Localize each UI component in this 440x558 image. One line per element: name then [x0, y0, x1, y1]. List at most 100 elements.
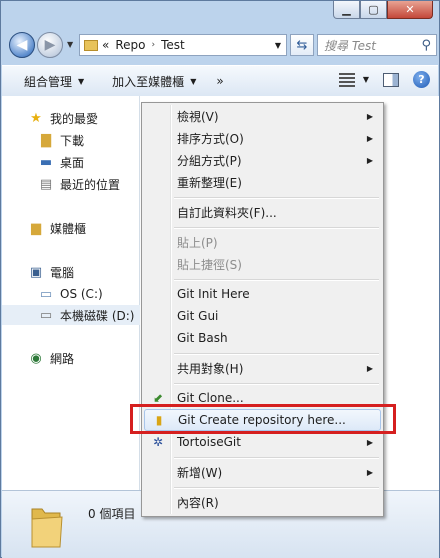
- menu-item-refresh[interactable]: 重新整理(E): [144, 171, 381, 193]
- nav-label: 電腦: [50, 265, 75, 280]
- chevron-down-icon: ▼: [78, 76, 85, 86]
- submenu-arrow-icon: ▶: [366, 467, 373, 477]
- view-controls: ▼ ?: [338, 71, 430, 88]
- minimize-button[interactable]: ▁: [333, 1, 360, 19]
- item-count: 0 個項目: [88, 507, 136, 521]
- more-commands-button[interactable]: »: [206, 74, 233, 88]
- menu-label: 共用對象(H): [177, 361, 244, 376]
- address-overflow[interactable]: «: [102, 38, 109, 52]
- nav-label: 網路: [50, 351, 75, 366]
- submenu-arrow-icon: ▶: [366, 111, 373, 121]
- breadcrumb-repo[interactable]: Repo: [115, 38, 145, 52]
- menu-label: 內容(R): [177, 495, 219, 510]
- maximize-button[interactable]: ▢: [360, 1, 387, 19]
- submenu-arrow-icon: ▶: [366, 437, 373, 447]
- nav-label: 我的最愛: [50, 111, 99, 126]
- address-dropdown-icon[interactable]: ▼: [275, 41, 281, 50]
- menu-label: 新增(W): [177, 465, 223, 480]
- menu-separator: [174, 487, 379, 489]
- menu-item-share-with[interactable]: 共用對象(H) ▶: [144, 357, 381, 379]
- command-bar: 組合管理 ▼ 加入至媒體櫃 ▼ » ▼ ?: [2, 65, 438, 97]
- organize-menu[interactable]: 組合管理 ▼: [14, 73, 94, 90]
- breadcrumb-separator[interactable]: ›: [151, 40, 155, 50]
- menu-item-new[interactable]: 新增(W) ▶: [144, 461, 381, 483]
- navigation-row: ◀ ▶ ▼ « Repo › Test ▼ ⇆ 搜尋 Test ⚲: [9, 31, 437, 61]
- menu-item-customize-folder[interactable]: 自訂此資料夾(F)...: [144, 201, 381, 223]
- change-view-button[interactable]: ▼: [338, 72, 369, 87]
- view-list-icon: [338, 72, 355, 87]
- include-library-label: 加入至媒體櫃: [112, 74, 185, 89]
- menu-label: Git Clone...: [177, 391, 244, 405]
- search-placeholder: 搜尋 Test: [324, 38, 377, 53]
- menu-item-git-bash[interactable]: Git Bash: [144, 327, 381, 349]
- folder-icon: [84, 39, 98, 51]
- hard-drive-icon: ▭: [39, 307, 53, 323]
- search-input[interactable]: 搜尋 Test ⚲: [317, 34, 437, 56]
- preview-pane-icon[interactable]: [383, 72, 399, 87]
- nav-label: OS (C:): [60, 287, 103, 301]
- forward-button[interactable]: ▶: [37, 32, 63, 58]
- menu-item-tortoisegit[interactable]: ✲ TortoiseGit ▶: [144, 431, 381, 453]
- libraries-icon: ▆: [31, 220, 41, 236]
- menu-item-sort-by[interactable]: 排序方式(O) ▶: [144, 127, 381, 149]
- more-label: »: [216, 74, 224, 88]
- menu-separator: [174, 197, 379, 199]
- menu-label: Git Init Here: [177, 287, 250, 301]
- menu-label: Git Bash: [177, 331, 228, 345]
- menu-label: 檢視(V): [177, 109, 219, 124]
- menu-item-properties[interactable]: 內容(R): [144, 491, 381, 513]
- network-icon: ◉: [30, 350, 42, 366]
- organize-label: 組合管理: [24, 74, 73, 89]
- tortoisegit-icon: ✲: [152, 435, 164, 449]
- menu-label: 自訂此資料夾(F)...: [177, 205, 277, 220]
- windows-drive-icon: ▭: [39, 286, 53, 302]
- close-button[interactable]: ✕: [387, 1, 433, 19]
- caption-buttons: ▁ ▢ ✕: [333, 1, 433, 19]
- menu-item-paste: 貼上(P): [144, 231, 381, 253]
- menu-separator: [174, 457, 379, 459]
- nav-label: 本機磁碟 (D:): [60, 308, 135, 323]
- computer-icon: ▣: [29, 264, 43, 280]
- desktop-icon: ▬: [39, 154, 53, 170]
- nav-label: 媒體櫃: [50, 221, 87, 236]
- menu-label: 貼上捷徑(S): [177, 257, 242, 272]
- explorer-window: ▁ ▢ ✕ ◀ ▶ ▼ « Repo › Test ▼ ⇆ 搜尋 Test ⚲ …: [0, 0, 440, 558]
- recent-pages-dropdown[interactable]: ▼: [67, 40, 73, 49]
- submenu-arrow-icon: ▶: [366, 155, 373, 165]
- menu-separator: [174, 353, 379, 355]
- menu-label: 分組方式(P): [177, 153, 242, 168]
- nav-label: 最近的位置: [60, 177, 121, 192]
- back-button[interactable]: ◀: [9, 32, 35, 58]
- menu-item-view[interactable]: 檢視(V) ▶: [144, 105, 381, 127]
- breadcrumb-test[interactable]: Test: [161, 38, 185, 52]
- submenu-arrow-icon: ▶: [366, 363, 373, 373]
- nav-label: 桌面: [60, 155, 85, 170]
- include-in-library-menu[interactable]: 加入至媒體櫃 ▼: [102, 73, 206, 90]
- folder-icon: [31, 508, 63, 548]
- menu-separator: [174, 383, 379, 385]
- recent-places-icon: ▤: [39, 176, 53, 192]
- menu-label: Git Gui: [177, 309, 219, 323]
- refresh-button[interactable]: ⇆: [290, 34, 314, 56]
- menu-item-git-init[interactable]: Git Init Here: [144, 283, 381, 305]
- menu-label: 重新整理(E): [177, 175, 242, 190]
- chevron-down-icon: ▼: [362, 75, 369, 84]
- star-icon: ★: [30, 110, 42, 126]
- menu-label: TortoiseGit: [177, 435, 241, 449]
- menu-label: 排序方式(O): [177, 131, 244, 146]
- menu-item-group-by[interactable]: 分組方式(P) ▶: [144, 149, 381, 171]
- nav-label: 下載: [60, 133, 85, 148]
- chevron-down-icon: ▼: [190, 76, 197, 86]
- context-menu: 檢視(V) ▶ 排序方式(O) ▶ 分組方式(P) ▶ 重新整理(E) 自訂此資料夾(…: [141, 102, 384, 517]
- menu-item-paste-shortcut: 貼上捷徑(S): [144, 253, 381, 275]
- menu-separator: [174, 279, 379, 281]
- menu-item-git-gui[interactable]: Git Gui: [144, 305, 381, 327]
- highlight-annotation-box: [130, 404, 396, 434]
- search-icon[interactable]: ⚲: [421, 38, 431, 53]
- navigation-pane: ★ 我的最愛 ▇ 下載 ▬ 桌面 ▤ 最近的位置 ▆ 媒體櫃 ▣ 電腦 ▭ OS (C:) ▭…: [2, 96, 175, 490]
- menu-label: 貼上(P): [177, 235, 218, 250]
- address-bar[interactable]: « Repo › Test ▼: [79, 34, 287, 56]
- help-icon[interactable]: ?: [413, 71, 430, 88]
- submenu-arrow-icon: ▶: [366, 133, 373, 143]
- downloads-folder-icon: ▇: [41, 132, 51, 148]
